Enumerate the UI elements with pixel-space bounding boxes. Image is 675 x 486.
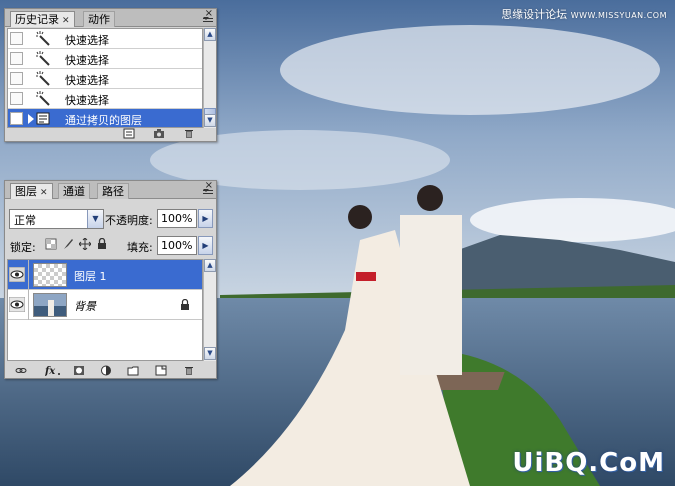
history-item[interactable]: 快速选择	[8, 69, 202, 89]
history-panel: 历史记录 ✕ 动作 × 快速选择 快速选择 快速选择 快速选择 通过拷贝的图层 …	[4, 8, 217, 142]
lock-position-move-icon[interactable]	[79, 238, 91, 250]
history-scrollbar[interactable]: ▲ ▼	[203, 28, 216, 128]
layers-panel: 图层 ✕ 通道 路径 × 正常 ▼ 不透明度: 100% ▶ 锁定: 填充: 10…	[4, 180, 217, 379]
link-icon[interactable]	[15, 365, 27, 376]
lock-all-icon[interactable]	[96, 238, 108, 250]
lock-image-brush-icon[interactable]	[62, 238, 74, 250]
snapshot-source-checkbox[interactable]	[10, 52, 23, 65]
layers-scrollbar[interactable]: ▲ ▼	[203, 259, 216, 361]
scroll-up-icon[interactable]: ▲	[204, 28, 216, 41]
opacity-arrow-icon[interactable]: ▶	[198, 209, 213, 228]
tab-paths[interactable]: 路径	[97, 183, 129, 199]
layer-list: 图层 1 背景	[7, 259, 203, 361]
opacity-label: 不透明度:	[105, 214, 153, 227]
fx-icon[interactable]: fx	[45, 365, 61, 376]
snapshot-source-checkbox[interactable]	[10, 92, 23, 105]
quick-select-icon	[36, 71, 50, 86]
layer-thumbnail-photo	[33, 293, 67, 317]
panel-menu-icon[interactable]	[203, 189, 213, 198]
tab-channels[interactable]: 通道	[58, 183, 90, 199]
trash-icon[interactable]	[183, 365, 195, 376]
fill-label: 填充:	[127, 241, 153, 254]
layer-row-background[interactable]: 背景	[8, 290, 202, 320]
scroll-down-icon[interactable]: ▼	[204, 347, 216, 360]
snapshot-source-checkbox[interactable]	[10, 32, 23, 45]
history-item[interactable]: 快速选择	[8, 89, 202, 109]
close-icon[interactable]: ✕	[62, 16, 70, 26]
lock-icon	[181, 299, 189, 310]
history-list: 快速选择 快速选择 快速选择 快速选择 通过拷贝的图层	[7, 28, 203, 128]
watermark-logo: UiBQ.CoM	[512, 448, 665, 478]
fill-arrow-icon[interactable]: ▶	[198, 236, 213, 255]
mask-icon[interactable]	[73, 365, 85, 376]
close-icon[interactable]: ✕	[40, 188, 48, 198]
svg-text:fx: fx	[45, 366, 56, 376]
eye-icon[interactable]	[9, 267, 25, 282]
tab-history[interactable]: 历史记录 ✕	[10, 11, 75, 27]
history-state-arrow-icon	[28, 114, 34, 124]
tab-actions[interactable]: 动作	[83, 11, 115, 27]
chevron-down-icon[interactable]: ▼	[87, 210, 103, 228]
layers-footer: fx	[5, 364, 216, 378]
lock-label: 锁定:	[10, 241, 36, 254]
fill-field[interactable]: 100%	[157, 236, 197, 255]
layers-tabbar: 图层 ✕ 通道 路径 ×	[5, 181, 216, 199]
snapshot-icon[interactable]	[153, 128, 165, 139]
history-tabbar: 历史记录 ✕ 动作 ×	[5, 9, 216, 27]
opacity-field[interactable]: 100%	[157, 209, 197, 228]
layer-via-copy-icon	[36, 112, 50, 125]
adjustment-icon[interactable]	[100, 365, 112, 376]
trash-icon[interactable]	[183, 128, 195, 139]
panel-menu-icon[interactable]	[203, 17, 213, 26]
scroll-down-icon[interactable]: ▼	[204, 114, 216, 127]
eye-icon[interactable]	[9, 297, 25, 312]
tab-layers[interactable]: 图层 ✕	[10, 183, 53, 199]
watermark-site: 思缘设计论坛 WWW.MISSYUAN.COM	[501, 8, 667, 21]
new-layer-icon[interactable]	[155, 365, 167, 376]
history-footer	[5, 127, 216, 141]
layer-row-layer1[interactable]: 图层 1	[8, 260, 202, 290]
scroll-up-icon[interactable]: ▲	[204, 259, 216, 272]
history-item[interactable]: 快速选择	[8, 29, 202, 49]
quick-select-icon	[36, 91, 50, 106]
history-item-selected[interactable]: 通过拷贝的图层	[8, 109, 202, 127]
quick-select-icon	[36, 51, 50, 66]
blend-mode-select[interactable]: 正常 ▼	[9, 209, 104, 229]
lock-transparent-icon[interactable]	[45, 238, 57, 250]
layer-thumbnail-transparent	[33, 263, 67, 287]
group-folder-icon[interactable]	[127, 365, 139, 376]
new-document-icon[interactable]	[123, 128, 135, 139]
snapshot-source-checkbox[interactable]	[10, 72, 23, 85]
history-item[interactable]: 快速选择	[8, 49, 202, 69]
quick-select-icon	[36, 31, 50, 46]
snapshot-source-checkbox[interactable]	[10, 112, 23, 125]
